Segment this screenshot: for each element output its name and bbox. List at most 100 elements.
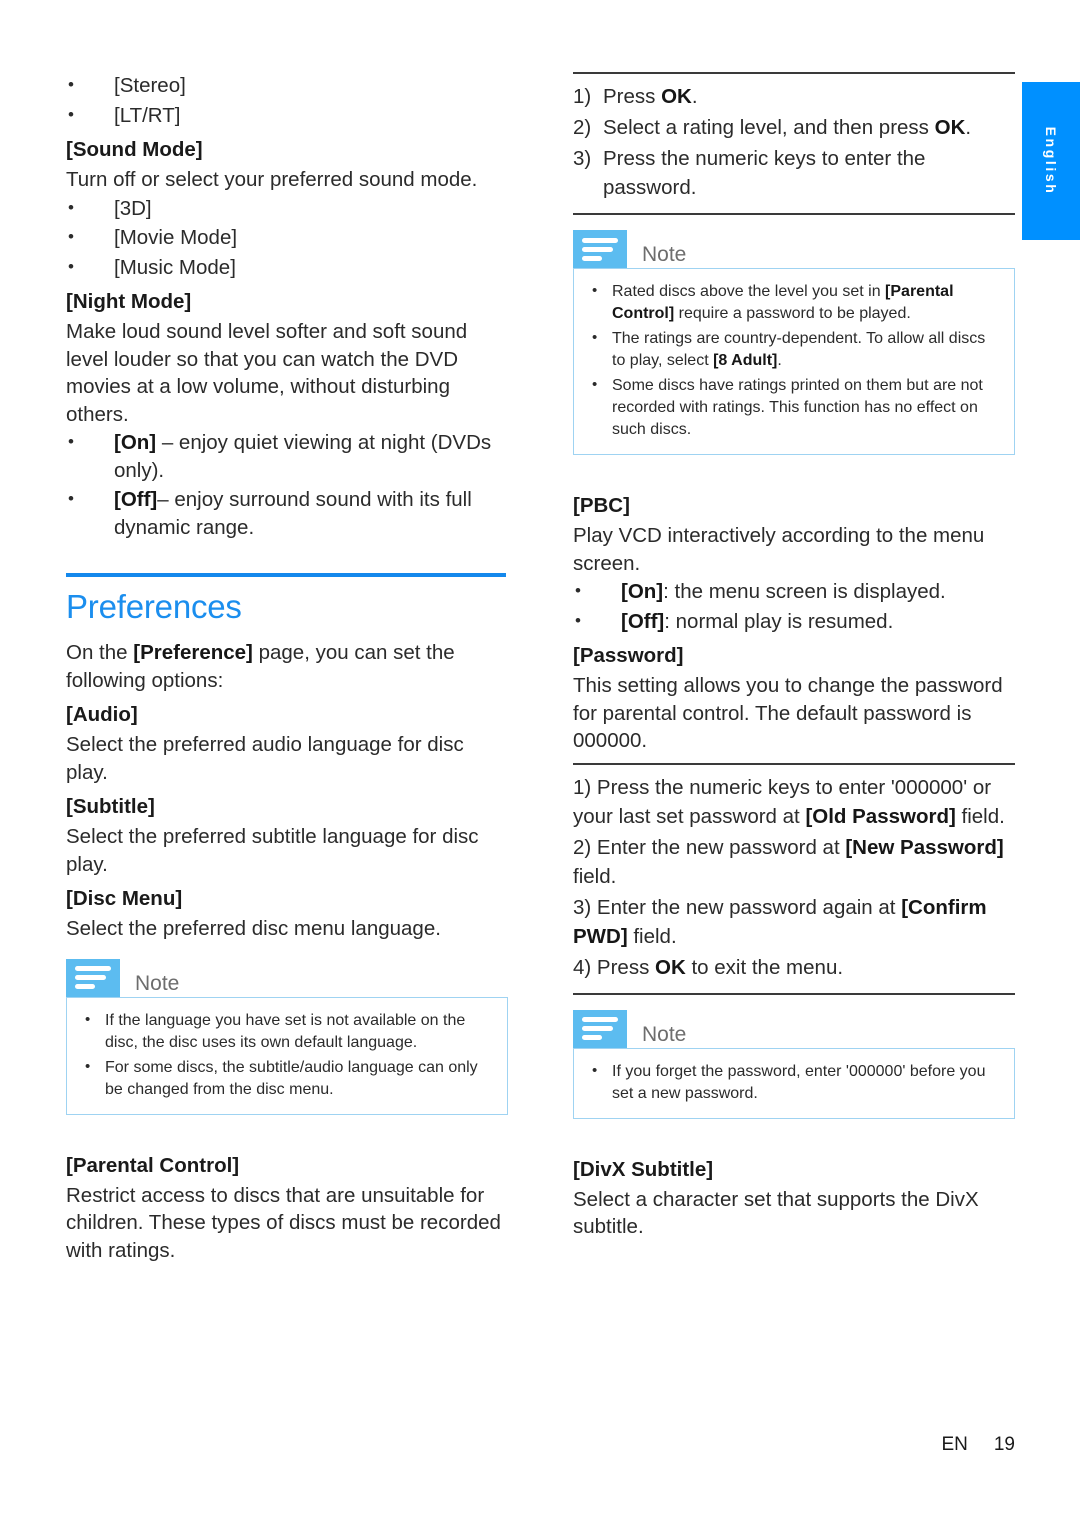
audio-description: Select the preferred audio language for … xyxy=(66,733,464,784)
list-item: [On] – enjoy quiet viewing at night (DVD… xyxy=(66,428,508,484)
divx-subtitle-heading: [DivX Subtitle] xyxy=(573,1157,714,1181)
footer-locale: EN xyxy=(941,1434,968,1455)
parental-control-heading: [Parental Control] xyxy=(66,1153,240,1177)
page-footer: EN 19 xyxy=(0,1434,1015,1456)
step-text-b: . xyxy=(691,85,698,108)
note-title: Note xyxy=(642,243,687,266)
language-tab: English xyxy=(1022,82,1080,240)
step-number: 1) xyxy=(573,85,592,108)
list-item: [Stereo] xyxy=(66,71,508,100)
note-body: If you forget the password, enter '00000… xyxy=(573,1047,1015,1119)
night-mode-description: Make loud sound level softer and soft so… xyxy=(66,320,468,426)
list-item: 1) Press the numeric keys to enter '0000… xyxy=(573,773,1015,831)
step-bold: OK xyxy=(934,116,966,139)
list-item: [Movie Mode] xyxy=(66,223,508,252)
step-text-b: to exit the menu. xyxy=(685,955,844,979)
note-title: Note xyxy=(135,971,180,995)
option-label: [Music Mode] xyxy=(114,255,236,279)
subtitle-heading: [Subtitle] xyxy=(66,795,155,818)
list-item: If you forget the password, enter '00000… xyxy=(588,1060,1000,1105)
language-tab-label: English xyxy=(1043,126,1059,196)
divx-subtitle-description: Select a character set that supports the… xyxy=(573,1187,979,1239)
note-callout-language: Note If the language you have set is not… xyxy=(66,958,508,1115)
note-body: If the language you have set is not avai… xyxy=(66,996,508,1115)
footer-page-number: 19 xyxy=(993,1434,1015,1455)
right-column: 1) Press OK. 2) Select a rating level, and… xyxy=(573,72,1015,1242)
sound-mode-options-list: [3D] [Movie Mode] [Music Mode] xyxy=(66,194,508,282)
step-text-b: field. xyxy=(573,864,617,888)
night-mode-options-list: [On] – enjoy quiet viewing at night (DVD… xyxy=(66,428,508,541)
manual-page: [Stereo] [LT/RT] [Sound Mode] Turn off o… xyxy=(0,0,1080,1527)
pbc-options-list: [On]: the menu screen is displayed. [Off… xyxy=(573,577,1015,636)
note-bold: [8 Adult] xyxy=(713,352,778,369)
list-item: [On]: the menu screen is displayed. xyxy=(573,577,1015,606)
password-heading: [Password] xyxy=(573,644,684,667)
note-icon xyxy=(66,958,120,997)
pbc-heading: [PBC] xyxy=(573,494,630,517)
note-header: Note xyxy=(573,1009,1015,1048)
list-item: [LT/RT] xyxy=(66,101,508,130)
option-label: [Off] xyxy=(114,488,158,511)
intro-text-a: On the xyxy=(66,641,134,664)
step-text-a: Press xyxy=(591,955,656,979)
rating-steps-block: 1) Press OK. 2) Select a rating level, and… xyxy=(573,72,1015,215)
disc-menu-heading: [Disc Menu] xyxy=(66,887,183,910)
note-header: Note xyxy=(573,230,1015,268)
option-detail: : normal play is resumed. xyxy=(664,609,894,633)
step-bold: OK xyxy=(655,955,686,979)
step-number: 3) xyxy=(573,147,592,170)
step-bold: OK xyxy=(661,85,692,108)
page-title: Preferences xyxy=(66,588,242,625)
option-label: [Stereo] xyxy=(114,74,186,97)
step-number: 4) xyxy=(573,955,592,979)
subtitle-description: Select the preferred subtitle language f… xyxy=(66,825,479,876)
parental-control-description: Restrict access to discs that are unsuit… xyxy=(66,1183,501,1262)
disc-menu-description: Select the preferred disc menu language. xyxy=(66,917,441,940)
list-item: 4) Press OK to exit the menu. xyxy=(573,953,1015,982)
step-text-a: Select a rating level, and then press xyxy=(603,116,935,139)
night-mode-heading: [Night Mode] xyxy=(66,290,192,313)
preferences-intro: On the [Preference] page, you can set th… xyxy=(66,639,508,694)
sound-mode-description: Turn off or select your preferred sound … xyxy=(66,168,478,191)
left-column: [Stereo] [LT/RT] [Sound Mode] Turn off o… xyxy=(66,71,508,1265)
option-label: [On] xyxy=(114,431,157,454)
sound-options-list: [Stereo] [LT/RT] xyxy=(66,71,508,130)
password-steps-list: 1) Press the numeric keys to enter '0000… xyxy=(573,773,1015,982)
step-number: 2) xyxy=(573,116,592,139)
option-label: [Movie Mode] xyxy=(114,226,238,249)
note-text-a: The ratings are country-dependent. To al… xyxy=(612,330,986,369)
section-rule xyxy=(66,573,506,577)
note-icon xyxy=(573,230,627,268)
list-item: 3) Press the numeric keys to enter the pa… xyxy=(573,144,1015,202)
step-text-a: Press the numeric keys to enter the pass… xyxy=(603,147,926,199)
password-description: This setting allows you to change the pa… xyxy=(573,674,1003,752)
list-item: [Off]: normal play is resumed. xyxy=(573,607,1015,636)
note-icon xyxy=(573,1009,627,1048)
list-item: Some discs have ratings printed on them … xyxy=(588,374,1000,441)
step-text-b: field. xyxy=(955,804,1005,828)
note-text-b: require a password to be played. xyxy=(674,305,911,322)
option-detail: : the menu screen is displayed. xyxy=(663,580,946,603)
option-label: [3D] xyxy=(114,196,152,220)
note-text-a: Some discs have ratings printed on them … xyxy=(612,377,983,438)
option-label: [LT/RT] xyxy=(114,103,181,127)
audio-heading: [Audio] xyxy=(66,703,138,726)
note-callout-rating: Note Rated discs above the level you set… xyxy=(573,230,1015,455)
note-list: If you forget the password, enter '00000… xyxy=(588,1060,1000,1105)
option-detail: – enjoy quiet viewing at night (DVDs onl… xyxy=(114,431,492,482)
list-item: 3) Enter the new password again at [Conf… xyxy=(573,893,1015,951)
password-steps-block: 1) Press the numeric keys to enter '0000… xyxy=(573,762,1015,995)
step-number: 3) xyxy=(573,895,592,919)
step-number: 2) xyxy=(573,835,592,859)
note-text-b: . xyxy=(777,352,782,369)
list-item: 2) Enter the new password at [New Passwo… xyxy=(573,833,1015,891)
option-label: [Off] xyxy=(621,609,665,633)
note-body: Rated discs above the level you set in [… xyxy=(573,268,1015,455)
note-text-a: Rated discs above the level you set in xyxy=(612,283,886,300)
list-item: [Off]– enjoy surround sound with its ful… xyxy=(66,485,508,541)
note-list: Rated discs above the level you set in [… xyxy=(588,280,1000,441)
step-text-b: field. xyxy=(627,924,677,948)
option-detail: – enjoy surround sound with its full dyn… xyxy=(114,488,472,539)
note-list: If the language you have set is not avai… xyxy=(81,1009,493,1101)
list-item: The ratings are country-dependent. To al… xyxy=(588,327,1000,372)
